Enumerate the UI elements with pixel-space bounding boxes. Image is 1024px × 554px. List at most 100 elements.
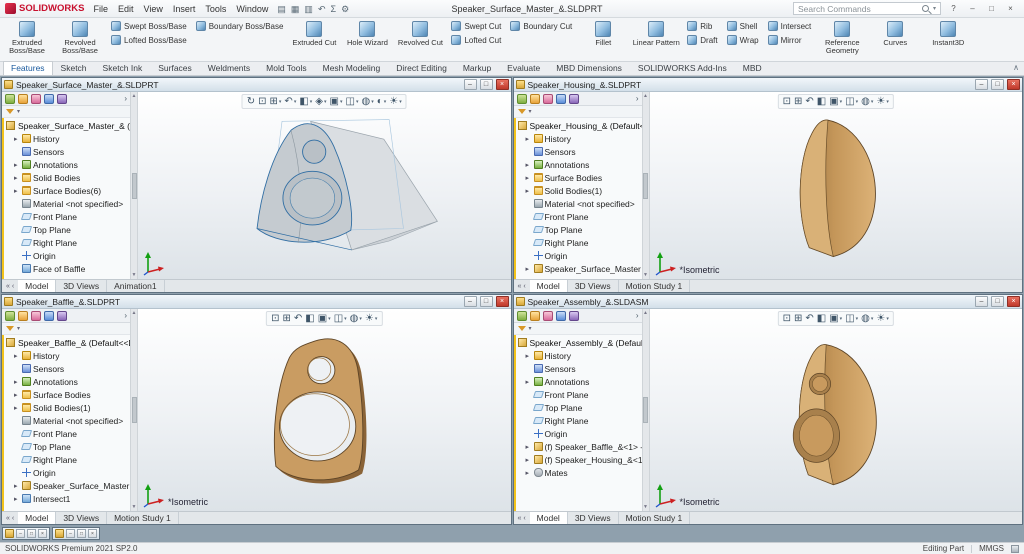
window-titlebar[interactable]: Speaker_Surface_Master_&.SLDPRT – □ × (2, 78, 511, 92)
filter-caret-icon[interactable]: ▾ (17, 325, 20, 332)
tree-scrollbar[interactable]: ▲ ▼ (130, 309, 138, 511)
hide-show-items-icon[interactable]: ◍ ▾ (860, 312, 874, 325)
minimized-window-1[interactable]: – □ × (2, 527, 50, 540)
tree-item[interactable]: ▸ Annotations (518, 158, 642, 171)
ribbon-tool-button[interactable]: Boundary Cut (508, 19, 574, 33)
menu-item[interactable]: Edit (118, 4, 134, 14)
dimxpertmanager-tab-icon[interactable] (44, 94, 54, 104)
zoom-area-icon[interactable]: ⊞ ▾ (269, 95, 283, 108)
filter-funnel-icon[interactable] (6, 326, 14, 331)
mini-minimize-button[interactable]: – (16, 529, 25, 538)
hide-show-items-icon[interactable]: ◍ ▾ (360, 95, 374, 108)
section-view-icon[interactable]: ◧ ▾ (304, 312, 315, 325)
view-settings-icon[interactable]: ☀ ▾ (875, 312, 889, 325)
expand-pane-icon[interactable]: › (636, 311, 639, 321)
baffle-model[interactable] (224, 332, 424, 500)
tree-item[interactable]: ▸ Solid Bodies(1) (518, 184, 642, 197)
ribbon-tool-button[interactable]: Hole Wizard (343, 19, 391, 60)
tree-item[interactable]: ▸ Sensors (6, 362, 130, 375)
document-tab[interactable]: Model (18, 280, 56, 292)
ribbon-tab[interactable]: Weldments (200, 61, 258, 75)
window-titlebar[interactable]: Speaker_Baffle_&.SLDPRT – □ × (2, 295, 511, 309)
displaymanager-tab-icon[interactable] (57, 311, 67, 321)
window-close-button[interactable]: × (496, 296, 509, 307)
ribbon-tool-button[interactable]: Swept Cut (449, 19, 503, 33)
zoom-area-icon[interactable]: ⊞ ▾ (281, 312, 291, 325)
tree-item[interactable]: ▸ Right Plane (6, 236, 130, 249)
filter-caret-icon[interactable]: ▾ (17, 108, 20, 115)
scrollbar-thumb[interactable] (643, 397, 648, 423)
tree-item[interactable]: ▸ Front Plane (6, 427, 130, 440)
window-restore-button[interactable]: □ (480, 296, 493, 307)
tree-item[interactable]: ▸ (f) Speaker_Housing_&<1> -> (Defa (518, 453, 642, 466)
ribbon-tool-button[interactable]: Curves (871, 19, 919, 60)
ribbon-tab[interactable]: Mold Tools (258, 61, 314, 75)
graphics-viewport[interactable]: ⊡ ▾ ⊞ ▾ ↶ ▾ (650, 309, 1023, 511)
housing-model[interactable] (733, 112, 938, 270)
scrollbar-thumb[interactable] (643, 173, 648, 199)
options-icon[interactable]: ⚙ (341, 4, 349, 14)
ribbon-tool-button[interactable]: Swept Boss/Base (109, 19, 189, 33)
tab-scroll-icons[interactable]: « ‹ (514, 512, 530, 524)
open-icon[interactable]: ▤ (277, 4, 286, 14)
expand-pane-icon[interactable]: › (124, 311, 127, 321)
search-commands-box[interactable]: Search Commands ▾ (793, 2, 941, 15)
view-settings-icon[interactable]: ☀ ▾ (388, 95, 402, 108)
mini-restore-button[interactable]: □ (77, 529, 86, 538)
mini-close-button[interactable]: × (38, 529, 47, 538)
collapse-ribbon-icon[interactable]: ∧ (1013, 63, 1019, 72)
section-view-icon[interactable]: ◧ ▾ (816, 95, 827, 108)
ribbon-tool-button[interactable]: Draft (685, 33, 719, 47)
zoom-fit-icon[interactable]: ⊡ ▾ (782, 312, 792, 325)
scroll-up-icon[interactable]: ▲ (643, 310, 648, 316)
window-titlebar[interactable]: Speaker_Housing_&.SLDPRT – □ × (514, 78, 1023, 92)
tree-item[interactable]: ▸ Right Plane (518, 236, 642, 249)
section-view-icon[interactable]: ◧ ▾ (816, 312, 827, 325)
ribbon-tab[interactable]: SOLIDWORKS Add-Ins (630, 61, 735, 75)
ribbon-tool-button[interactable]: Fillet (579, 19, 627, 60)
mini-restore-button[interactable]: □ (27, 529, 36, 538)
ribbon-tab[interactable]: Evaluate (499, 61, 548, 75)
window-minimize-button[interactable]: – (975, 296, 988, 307)
ribbon-tool-button[interactable]: Lofted Cut (449, 33, 503, 47)
tree-item[interactable]: ▸ Origin (6, 466, 130, 479)
configurationmanager-tab-icon[interactable] (31, 311, 41, 321)
scroll-down-icon[interactable]: ▼ (643, 504, 648, 510)
tree-item[interactable]: ▸ Material <not specified> (6, 414, 130, 427)
status-units[interactable]: MMGS (979, 544, 1004, 553)
ribbon-tab[interactable]: MBD Dimensions (548, 61, 630, 75)
tree-item[interactable]: ▸ Top Plane (6, 223, 130, 236)
ribbon-tab[interactable]: Mesh Modeling (315, 61, 389, 75)
tree-item[interactable]: ▸ Material <not specified> (6, 197, 130, 210)
tree-item[interactable]: ▸ Surface Bodies(6) (6, 184, 130, 197)
tree-item[interactable]: ▸ (f) Speaker_Baffle_&<1> -> (Default (518, 440, 642, 453)
displaymanager-tab-icon[interactable] (569, 94, 579, 104)
ribbon-tool-button[interactable]: Reference Geometry (818, 19, 866, 60)
tab-scroll-icons[interactable]: « ‹ (2, 512, 18, 524)
tree-item[interactable]: ▸ Surface Bodies (518, 171, 642, 184)
window-restore-button[interactable]: □ (480, 79, 493, 90)
ribbon-tab[interactable]: MBD (735, 61, 770, 75)
filter-caret-icon[interactable]: ▾ (529, 325, 532, 332)
document-tab[interactable]: Animation1 (107, 280, 165, 292)
propertymanager-tab-icon[interactable] (530, 94, 540, 104)
zoom-fit-icon[interactable]: ⊡ ▾ (270, 312, 280, 325)
tree-item[interactable]: ▸ History (518, 132, 642, 145)
document-tab[interactable]: Motion Study 1 (107, 512, 179, 524)
ribbon-tab[interactable]: Direct Editing (388, 61, 455, 75)
tree-item[interactable]: ▸ Annotations (518, 375, 642, 388)
tree-item[interactable]: ▸ Front Plane (518, 210, 642, 223)
surface-master-model[interactable] (174, 116, 474, 266)
annotation-views-icon[interactable]: ◈ ▾ (314, 95, 327, 108)
previous-view-icon[interactable]: ↶ ▾ (804, 312, 814, 325)
tree-item[interactable]: ▸ Sensors (518, 362, 642, 375)
tree-scrollbar[interactable]: ▲ ▼ (642, 92, 650, 279)
scroll-up-icon[interactable]: ▲ (643, 93, 648, 99)
tree-item[interactable]: ▸ Annotations (6, 158, 130, 171)
scrollbar-thumb[interactable] (132, 397, 137, 423)
zoom-fit-icon[interactable]: ⊡ ▾ (257, 95, 267, 108)
document-tab[interactable]: 3D Views (568, 280, 619, 292)
configurationmanager-tab-icon[interactable] (31, 94, 41, 104)
undo-icon[interactable]: ↶ (318, 4, 326, 14)
menu-item[interactable]: Tools (205, 4, 226, 14)
